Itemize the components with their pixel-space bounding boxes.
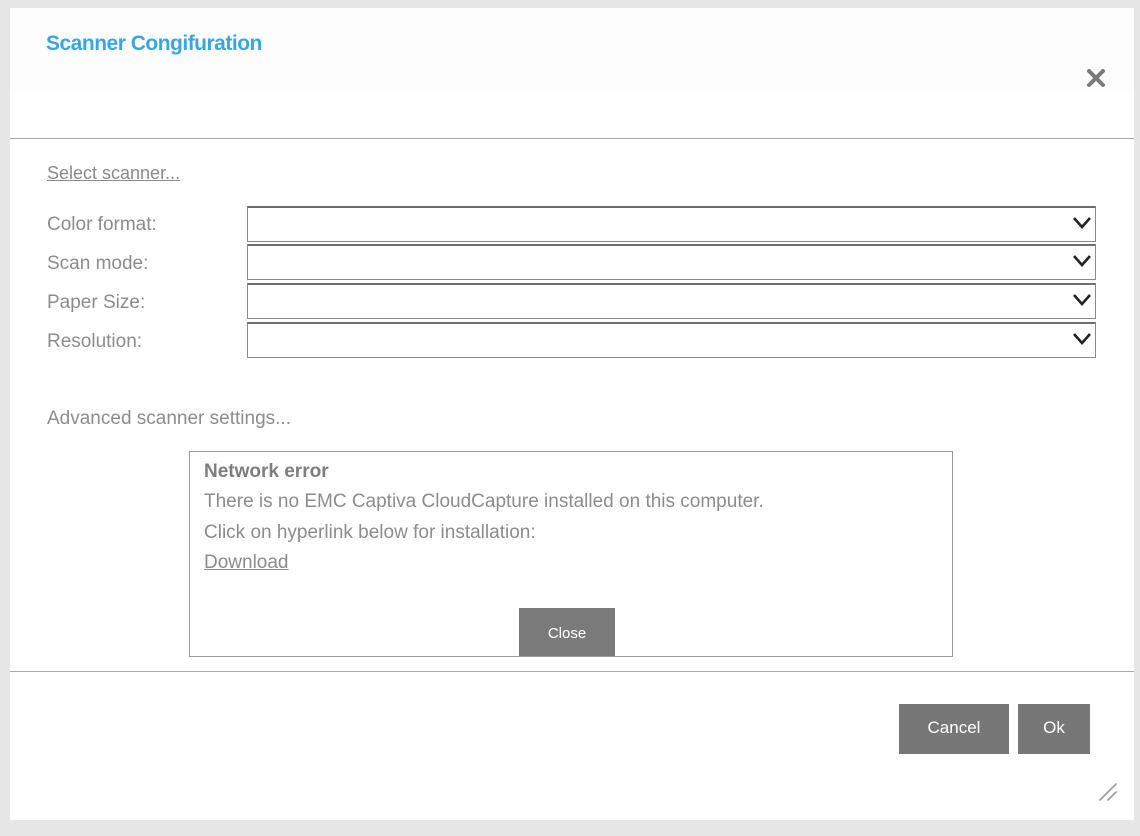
paper-size-select[interactable] bbox=[247, 283, 1096, 319]
ok-button[interactable]: Ok bbox=[1018, 704, 1090, 754]
resolution-select[interactable] bbox=[247, 322, 1096, 358]
resize-grip-icon[interactable] bbox=[1096, 780, 1118, 802]
chevron-down-icon bbox=[1073, 333, 1091, 345]
chevron-down-icon bbox=[1073, 294, 1091, 306]
resolution-label: Resolution: bbox=[47, 331, 143, 352]
advanced-settings-link[interactable]: Advanced scanner settings... bbox=[47, 408, 291, 430]
close-x-icon[interactable] bbox=[1086, 68, 1106, 88]
scanner-configuration-dialog: Scanner Congifuration Select scanner... … bbox=[10, 8, 1134, 820]
scan-mode-label: Scan mode: bbox=[47, 253, 149, 274]
download-link[interactable]: Download bbox=[204, 552, 289, 574]
dialog-header: Scanner Congifuration bbox=[10, 8, 1134, 92]
network-error-panel: Network error There is no EMC Captiva Cl… bbox=[189, 451, 953, 657]
select-scanner-link[interactable]: Select scanner... bbox=[47, 163, 180, 184]
chevron-down-icon bbox=[1073, 217, 1091, 229]
chevron-down-icon bbox=[1073, 255, 1091, 267]
paper-size-label: Paper Size: bbox=[47, 292, 146, 313]
dialog-title: Scanner Congifuration bbox=[46, 32, 262, 55]
color-format-label: Color format: bbox=[47, 214, 157, 235]
error-message: There is no EMC Captiva CloudCapture ins… bbox=[204, 491, 764, 512]
error-instruction: Click on hyperlink below for installatio… bbox=[204, 522, 536, 543]
color-format-select[interactable] bbox=[247, 206, 1096, 242]
cancel-button[interactable]: Cancel bbox=[899, 704, 1009, 754]
scan-mode-select[interactable] bbox=[247, 244, 1096, 280]
header-divider bbox=[10, 138, 1134, 139]
error-title: Network error bbox=[204, 461, 329, 482]
error-close-button[interactable]: Close bbox=[519, 608, 615, 656]
footer-divider bbox=[10, 671, 1134, 672]
